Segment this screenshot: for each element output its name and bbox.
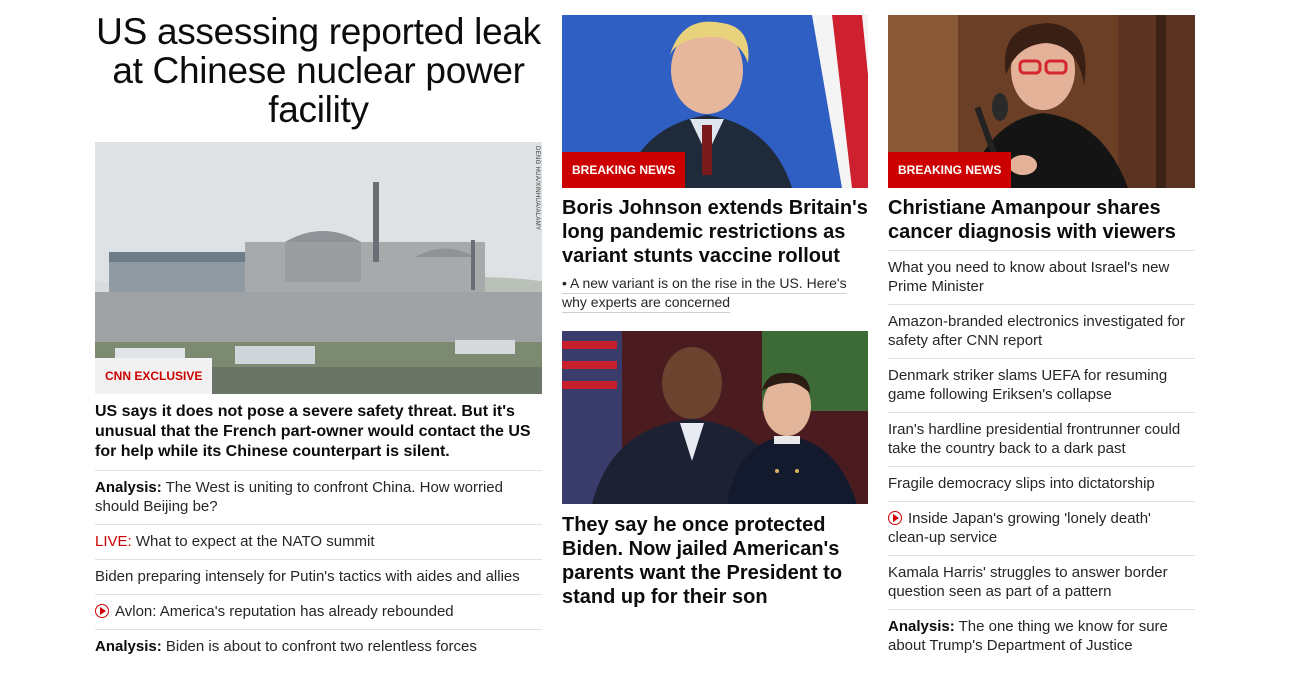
list-item[interactable]: Biden preparing intensely for Putin's ta… [95, 559, 542, 594]
link-text: Biden is about to confront two relentles… [165, 638, 477, 655]
story-title[interactable]: They say he once protected Biden. Now ja… [562, 513, 868, 609]
link-text: Inside Japan's growing 'lonely death' cl… [888, 510, 1151, 546]
story-title[interactable]: Boris Johnson extends Britain's long pan… [562, 196, 868, 268]
left-related-links: Analysis: The West is uniting to confron… [95, 470, 542, 664]
play-video-icon [95, 604, 109, 618]
related-sublink[interactable]: • A new variant is on the rise in the US… [562, 275, 847, 313]
list-item[interactable]: Inside Japan's growing 'lonely death' cl… [888, 501, 1195, 555]
link-text: What you need to know about Israel's new… [888, 259, 1170, 295]
play-video-icon [888, 511, 902, 525]
lead-story-summary[interactable]: US says it does not pose a severe safety… [95, 402, 542, 462]
cnn-exclusive-badge: CNN EXCLUSIVE [95, 358, 213, 394]
list-item[interactable]: What you need to know about Israel's new… [888, 250, 1195, 304]
story-title[interactable]: Christiane Amanpour shares cancer diagno… [888, 196, 1195, 244]
breaking-news-badge: BREAKING NEWS [888, 152, 1012, 188]
boris-johnson-image[interactable]: BREAKING NEWS [562, 15, 868, 188]
breaking-news-badge: BREAKING NEWS [562, 152, 686, 188]
link-text: Avlon: America's reputation has already … [115, 603, 454, 620]
list-item[interactable]: Iran's hardline presidential frontrunner… [888, 412, 1195, 466]
link-text: Kamala Harris' struggles to answer borde… [888, 564, 1168, 600]
list-item[interactable]: Avlon: America's reputation has already … [95, 594, 542, 629]
link-text: Amazon-branded electronics investigated … [888, 313, 1185, 349]
list-item[interactable]: Analysis: Biden is about to confront two… [95, 629, 542, 664]
nuclear-plant-image[interactable]: DENG HUA/XINHUA/ALAMY CNN EXCLUSIVE [95, 142, 542, 394]
list-item[interactable]: LIVE: What to expect at the NATO summit [95, 524, 542, 559]
link-text: Biden preparing intensely for Putin's ta… [95, 568, 520, 585]
analysis-label: Analysis: [95, 479, 162, 496]
main-headline[interactable]: US assessing reported leak at Chinese nu… [95, 12, 542, 139]
list-item[interactable]: Kamala Harris' struggles to answer borde… [888, 555, 1195, 609]
link-text: Iran's hardline presidential frontrunner… [888, 421, 1181, 457]
left-column: US assessing reported leak at Chinese nu… [95, 0, 542, 664]
amanpour-image[interactable]: BREAKING NEWS [888, 15, 1195, 188]
obama-photo [562, 331, 868, 504]
list-item[interactable]: Analysis: The one thing we know for sure… [888, 609, 1195, 663]
list-item[interactable]: Denmark striker slams UEFA for resuming … [888, 358, 1195, 412]
right-column: BREAKING NEWS Christiane Amanpour shares… [888, 0, 1195, 663]
analysis-label: Analysis: [888, 618, 955, 635]
link-text: Fragile democracy slips into dictatorshi… [888, 475, 1155, 492]
right-related-links: What you need to know about Israel's new… [888, 250, 1195, 663]
link-text: Denmark striker slams UEFA for resuming … [888, 367, 1168, 403]
live-label: LIVE: [95, 533, 132, 550]
list-item[interactable]: Analysis: The West is uniting to confron… [95, 470, 542, 524]
photo-credit: DENG HUA/XINHUA/ALAMY [534, 146, 540, 231]
nuclear-plant-photo [95, 142, 542, 394]
analysis-label: Analysis: [95, 638, 162, 655]
list-item[interactable]: Fragile democracy slips into dictatorshi… [888, 466, 1195, 501]
list-item[interactable]: Amazon-branded electronics investigated … [888, 304, 1195, 358]
obama-photo-image[interactable] [562, 331, 868, 504]
link-text: What to expect at the NATO summit [135, 533, 375, 550]
sublink-wrapper: • A new variant is on the rise in the US… [562, 274, 868, 313]
middle-column: BREAKING NEWS Boris Johnson extends Brit… [562, 0, 868, 609]
